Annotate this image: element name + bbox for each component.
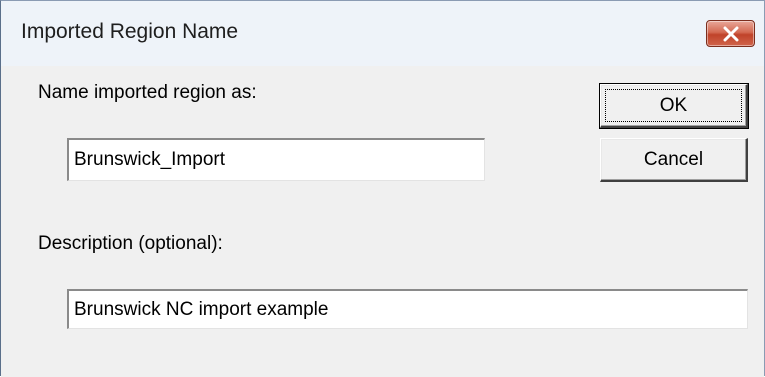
dialog-window: Imported Region Name Name imported regio…	[0, 0, 765, 377]
cancel-button-label: Cancel	[643, 148, 704, 170]
name-label: Name imported region as:	[38, 82, 257, 103]
window-title: Imported Region Name	[21, 20, 239, 43]
focus-rectangle	[605, 89, 742, 122]
description-label: Description (optional):	[38, 233, 223, 254]
title-bar[interactable]: Imported Region Name	[1, 1, 764, 66]
dialog-body: Name imported region as: Brunswick_Impor…	[1, 66, 764, 377]
ok-button[interactable]: OK	[599, 83, 749, 129]
close-button[interactable]	[706, 20, 755, 47]
cancel-button[interactable]: Cancel	[600, 138, 748, 182]
region-name-input[interactable]: Brunswick_Import	[67, 138, 485, 181]
close-icon	[723, 26, 739, 42]
description-input[interactable]: Brunswick NC import example	[67, 289, 748, 329]
